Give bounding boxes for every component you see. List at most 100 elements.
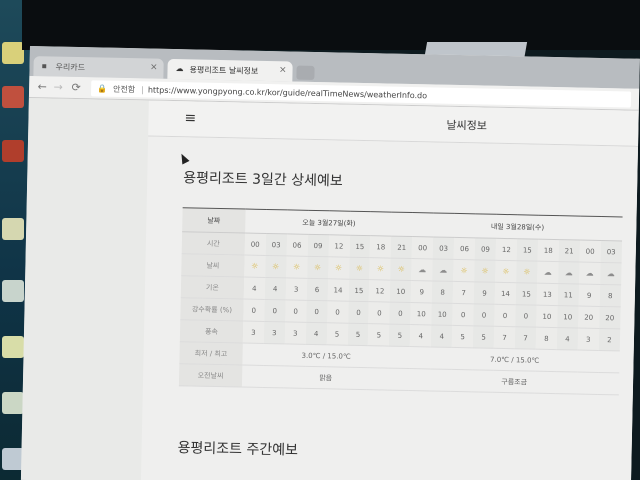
precip-cell: 0	[347, 301, 370, 324]
forward-icon[interactable]: →	[51, 80, 65, 94]
hamburger-icon[interactable]: ≡	[184, 110, 196, 126]
desktop-icon[interactable]	[2, 280, 24, 302]
close-icon[interactable]: ×	[150, 63, 158, 73]
desktop-icon[interactable]	[2, 218, 24, 240]
summary-value: 맑음	[241, 365, 410, 391]
wind-cell: 3	[242, 321, 265, 344]
time-cell: 00	[579, 240, 601, 263]
wind-cell: 3	[577, 328, 599, 351]
forecast-table: 날짜 오늘 3월27일(화) 내일 3월28일(수) 시간 00 03 06 09 12…	[178, 207, 623, 395]
desktop-icon[interactable]	[2, 392, 24, 414]
weather-cell: ☼	[474, 259, 496, 283]
cloud-icon: ☁	[585, 268, 594, 278]
time-cell: 15	[516, 238, 539, 262]
cloud-icon: ☁	[564, 268, 573, 278]
temp-cell: 6	[306, 278, 328, 301]
sun-icon: ☼	[355, 263, 364, 274]
page: ≡ 날씨정보 용평리조트 3일간 상세예보 날짜 오늘 3월27일(화) 내일 …	[20, 97, 639, 480]
reload-icon[interactable]: ⟳	[69, 81, 83, 94]
time-cell: 09	[474, 237, 497, 261]
tab-label: 우리카드	[55, 62, 86, 73]
row-label: 날씨	[181, 253, 245, 278]
desktop-icon[interactable]	[2, 86, 24, 108]
wind-cell: 4	[431, 324, 453, 348]
tab-inactive[interactable]: ▪ 우리카드 ×	[33, 56, 164, 79]
weather-cell: ☁	[578, 262, 601, 285]
day-header: 오늘 3월27일(화)	[244, 209, 413, 237]
precip-cell: 0	[326, 300, 349, 324]
weather-cell: ☁	[599, 262, 622, 285]
time-cell: 18	[370, 235, 392, 259]
cloud-icon: ☁	[439, 265, 448, 275]
desktop-icon[interactable]	[2, 336, 24, 358]
weather-cell: ☼	[369, 257, 392, 281]
temp-cell: 9	[578, 284, 600, 307]
precip-cell: 0	[515, 304, 537, 328]
url-text: https://www.yongpyong.co.kr/kor/guide/re…	[147, 85, 428, 101]
wind-cell: 3	[284, 321, 306, 345]
weather-cell: ☼	[453, 259, 475, 282]
precip-cell: 10	[557, 305, 579, 329]
temp-cell: 12	[369, 279, 391, 303]
temp-cell: 8	[431, 280, 454, 304]
precip-cell: 10	[536, 305, 558, 328]
wind-cell: 5	[347, 323, 369, 346]
row-label: 오전날씨	[178, 363, 243, 388]
wind-cell: 7	[514, 326, 537, 350]
url-separator: |	[141, 85, 144, 95]
precip-cell: 20	[598, 306, 621, 329]
temp-cell: 8	[599, 284, 622, 307]
wind-cell: 5	[451, 325, 474, 348]
tab-active[interactable]: ☁ 용평리조트 날씨정보 ×	[167, 58, 293, 82]
precip-cell: 0	[452, 303, 474, 326]
weather-cell: ☁	[432, 258, 454, 282]
time-cell: 09	[307, 234, 329, 257]
weather-cell: ☁	[558, 261, 580, 285]
temp-cell: 15	[348, 279, 370, 302]
sun-icon: ☼	[460, 266, 468, 276]
row-label: 기온	[180, 275, 245, 300]
sun-icon: ☼	[271, 262, 280, 272]
weather-cell: ☼	[285, 255, 308, 279]
precip-cell: 10	[431, 302, 453, 326]
forecast-3day-title: 용평리조트 3일간 상세예보	[183, 170, 343, 190]
time-cell: 03	[600, 240, 623, 263]
temp-cell: 14	[327, 278, 349, 302]
time-cell: 00	[244, 233, 266, 256]
cloud-icon: ☁	[418, 265, 427, 275]
time-cell: 12	[328, 234, 350, 258]
wind-cell: 3	[263, 321, 285, 344]
secure-label: 안전함	[112, 84, 136, 95]
lock-icon: 🔒	[97, 84, 108, 94]
back-icon[interactable]: ←	[35, 80, 49, 93]
time-cell: 03	[432, 236, 455, 260]
browser-window: ▪ 우리카드 × ☁ 용평리조트 날씨정보 × ← → ⟳ 🔒 안전함 | https…	[20, 46, 640, 480]
row-label: 시간	[181, 231, 245, 256]
wind-cell: 8	[535, 327, 558, 350]
desktop-icon[interactable]	[2, 140, 24, 162]
close-icon[interactable]: ×	[279, 65, 287, 75]
temp-cell: 7	[452, 281, 475, 304]
tab-label: 용평리조트 날씨정보	[189, 65, 259, 76]
precip-cell: 0	[389, 302, 412, 325]
precip-cell: 0	[368, 301, 391, 325]
temp-cell: 9	[411, 280, 433, 303]
precip-cell: 0	[264, 299, 286, 322]
temp-cell: 11	[557, 283, 579, 307]
wind-cell: 4	[305, 322, 327, 345]
desktop-icon[interactable]	[2, 42, 24, 64]
monitor-bezel	[22, 0, 640, 50]
sun-icon: ☼	[523, 267, 531, 277]
sun-icon: ☼	[397, 264, 405, 274]
precip-cell: 20	[578, 306, 600, 329]
weather-cell: ☁	[537, 261, 559, 284]
time-cell: 06	[286, 233, 308, 257]
wind-cell: 4	[410, 324, 432, 347]
new-tab-button[interactable]	[296, 65, 315, 80]
weather-cell: ☼	[390, 258, 412, 281]
wind-cell: 7	[493, 326, 516, 349]
time-cell: 12	[495, 238, 518, 261]
precip-cell: 0	[473, 303, 495, 327]
row-label: 강수확률 (%)	[180, 297, 244, 322]
sun-icon: ☼	[292, 262, 301, 272]
